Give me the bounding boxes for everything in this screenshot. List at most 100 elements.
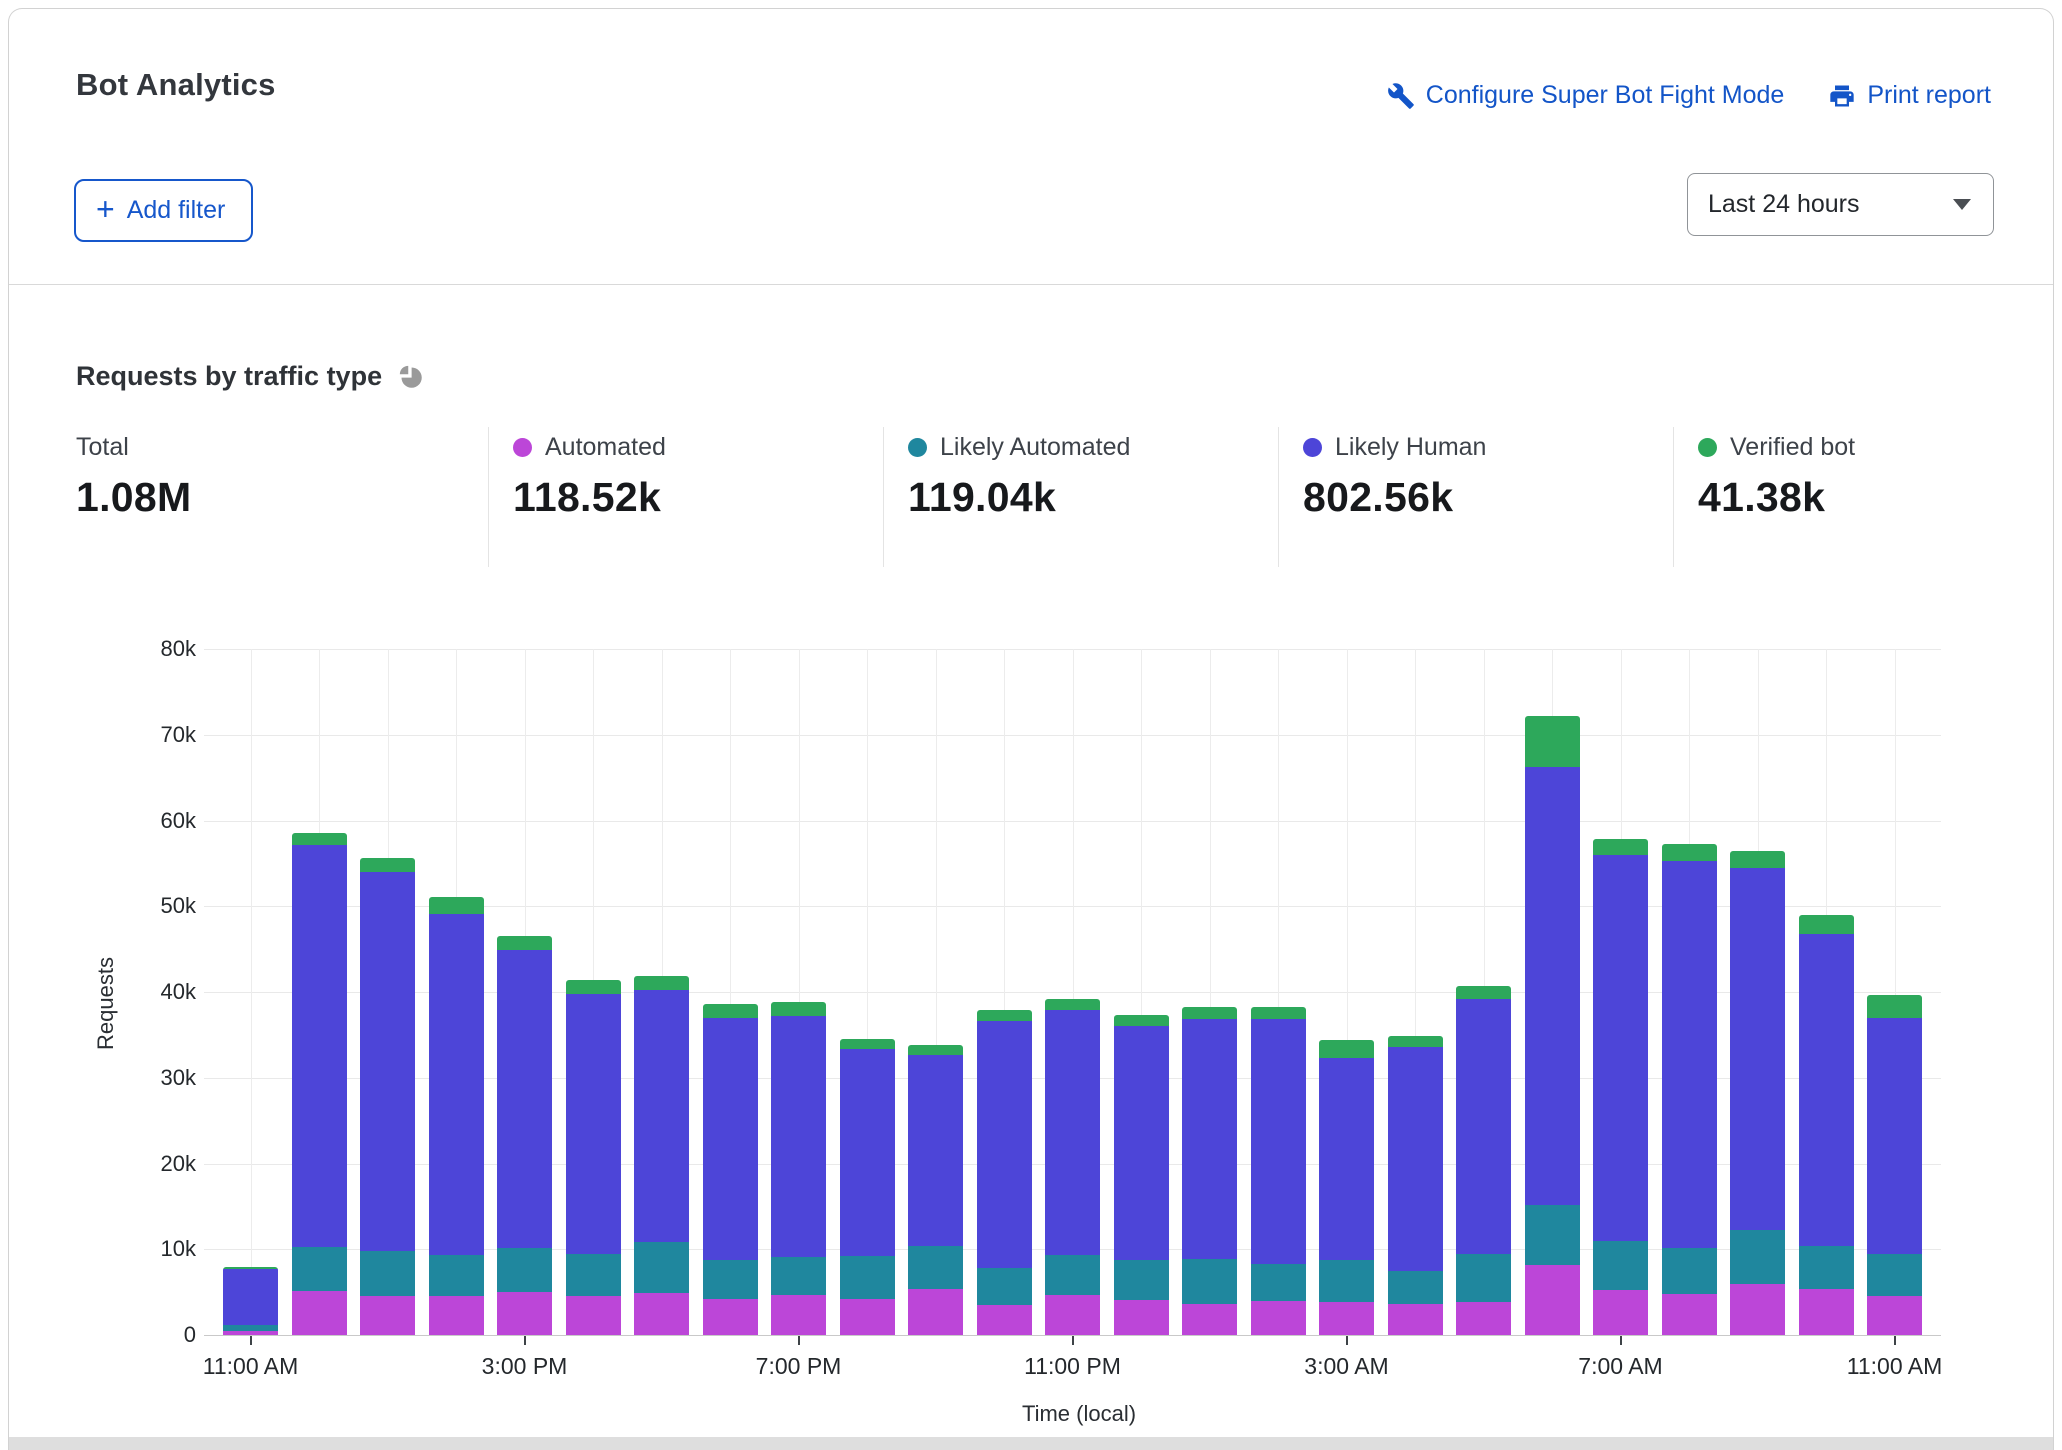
- pie-chart-icon: [397, 363, 424, 390]
- printer-icon: [1828, 82, 1856, 110]
- bar-column[interactable]: [634, 976, 689, 1335]
- bar-column[interactable]: [360, 858, 415, 1335]
- bar-segment-likely-automated: [566, 1254, 621, 1295]
- bar-segment-automated: [1525, 1265, 1580, 1335]
- bar-segment-automated: [1114, 1300, 1169, 1335]
- bar-column[interactable]: [497, 936, 552, 1335]
- bar-segment-likely-automated: [1593, 1241, 1648, 1290]
- y-tick-label: 0: [126, 1322, 196, 1348]
- stat-label-row: Automated: [513, 433, 883, 462]
- stat-automated[interactable]: Automated118.52k: [488, 427, 883, 567]
- stat-value: 119.04k: [908, 474, 1278, 521]
- bar-column[interactable]: [1456, 986, 1511, 1335]
- print-link-label: Print report: [1867, 81, 1991, 110]
- bar-segment-verified-bot: [1319, 1040, 1374, 1058]
- bar-column[interactable]: [1730, 851, 1785, 1335]
- bar-column[interactable]: [1045, 999, 1100, 1335]
- stat-label: Likely Human: [1335, 433, 1486, 462]
- bar-column[interactable]: [977, 1010, 1032, 1335]
- y-tick-label: 10k: [126, 1236, 196, 1262]
- bar-segment-likely-automated: [1045, 1255, 1100, 1294]
- x-tick-label: 7:00 PM: [756, 1353, 842, 1380]
- stat-value: 41.38k: [1698, 474, 2033, 521]
- time-range-select[interactable]: Last 24 hours: [1687, 173, 1994, 236]
- x-axis-title: Time (local): [1022, 1401, 1136, 1427]
- y-tick-label: 20k: [126, 1151, 196, 1177]
- bar-column[interactable]: [429, 897, 484, 1335]
- x-tick-mark: [1346, 1336, 1348, 1345]
- bar-segment-automated: [840, 1299, 895, 1335]
- stat-likely-automated[interactable]: Likely Automated119.04k: [883, 427, 1278, 567]
- bar-column[interactable]: [566, 980, 621, 1335]
- bar-column[interactable]: [1114, 1015, 1169, 1335]
- print-report-link[interactable]: Print report: [1828, 81, 1991, 110]
- configure-super-bot-fight-mode-link[interactable]: Configure Super Bot Fight Mode: [1387, 81, 1785, 110]
- bar-segment-verified-bot: [566, 980, 621, 994]
- add-filter-button[interactable]: + Add filter: [74, 179, 253, 242]
- stat-likely-human[interactable]: Likely Human802.56k: [1278, 427, 1673, 567]
- bar-segment-automated: [1319, 1302, 1374, 1335]
- bar-segment-verified-bot: [1182, 1007, 1237, 1018]
- x-tick-mark: [798, 1336, 800, 1345]
- bar-column[interactable]: [771, 1002, 826, 1335]
- bar-segment-likely-human: [1662, 861, 1717, 1248]
- x-tick-mark: [1620, 1336, 1622, 1345]
- y-tick-label: 70k: [126, 722, 196, 748]
- bar-segment-likely-automated: [703, 1260, 758, 1299]
- bar-segment-automated: [634, 1293, 689, 1335]
- chevron-down-icon: [1953, 199, 1971, 210]
- bar-segment-likely-human: [1730, 868, 1785, 1231]
- stat-label: Verified bot: [1730, 433, 1855, 462]
- bar-segment-likely-automated: [840, 1256, 895, 1299]
- bar-segment-verified-bot: [1456, 986, 1511, 999]
- bar-column[interactable]: [1525, 716, 1580, 1335]
- x-tick-label: 11:00 AM: [203, 1353, 298, 1380]
- plot-area: [216, 649, 1941, 1335]
- x-tick-label: 3:00 AM: [1304, 1353, 1388, 1380]
- stat-label: Automated: [545, 433, 666, 462]
- x-tick-label: 11:00 AM: [1847, 1353, 1942, 1380]
- v-gridline: [251, 649, 252, 1335]
- x-tick-mark: [1894, 1336, 1896, 1345]
- bar-segment-likely-automated: [771, 1257, 826, 1295]
- bar-column[interactable]: [703, 1004, 758, 1335]
- bar-column[interactable]: [1593, 839, 1648, 1335]
- time-range-value: Last 24 hours: [1708, 190, 1860, 219]
- bar-segment-verified-bot: [1388, 1036, 1443, 1047]
- header-divider: [9, 284, 2053, 285]
- bar-segment-verified-bot: [1867, 995, 1922, 1017]
- bar-segment-verified-bot: [771, 1002, 826, 1016]
- bar-column[interactable]: [1251, 1007, 1306, 1335]
- bar-column[interactable]: [840, 1039, 895, 1335]
- bar-segment-likely-human: [1251, 1019, 1306, 1263]
- bar-column[interactable]: [1799, 915, 1854, 1335]
- bar-column[interactable]: [1182, 1007, 1237, 1335]
- bar-segment-automated: [1456, 1302, 1511, 1335]
- stat-verified-bot[interactable]: Verified bot 41.38k: [1673, 427, 2033, 567]
- bar-column[interactable]: [223, 1267, 278, 1335]
- y-tick-label: 30k: [126, 1065, 196, 1091]
- bar-segment-likely-human: [977, 1021, 1032, 1268]
- bar-column[interactable]: [1662, 844, 1717, 1335]
- page: Bot Analytics Configure Super Bot Fight …: [0, 0, 2062, 1450]
- bar-segment-automated: [1867, 1296, 1922, 1335]
- bar-column[interactable]: [908, 1045, 963, 1335]
- bar-segment-automated: [566, 1296, 621, 1335]
- section-title: Requests by traffic type: [76, 361, 382, 392]
- bar-segment-likely-automated: [1319, 1260, 1374, 1302]
- stat-total: Total1.08M: [76, 427, 488, 567]
- section-header: Requests by traffic type: [76, 361, 424, 392]
- bar-segment-likely-human: [1867, 1018, 1922, 1254]
- bar-segment-likely-automated: [1251, 1264, 1306, 1301]
- bar-segment-likely-automated: [1525, 1205, 1580, 1265]
- bar-segment-likely-automated: [292, 1247, 347, 1292]
- configure-link-label: Configure Super Bot Fight Mode: [1426, 81, 1785, 110]
- bar-column[interactable]: [292, 833, 347, 1335]
- bar-segment-likely-human: [1799, 934, 1854, 1246]
- bar-segment-likely-automated: [1456, 1254, 1511, 1302]
- stat-label: Total: [76, 433, 129, 462]
- bar-column[interactable]: [1319, 1040, 1374, 1335]
- bar-column[interactable]: [1867, 995, 1922, 1335]
- wrench-icon: [1387, 82, 1415, 110]
- bar-column[interactable]: [1388, 1036, 1443, 1335]
